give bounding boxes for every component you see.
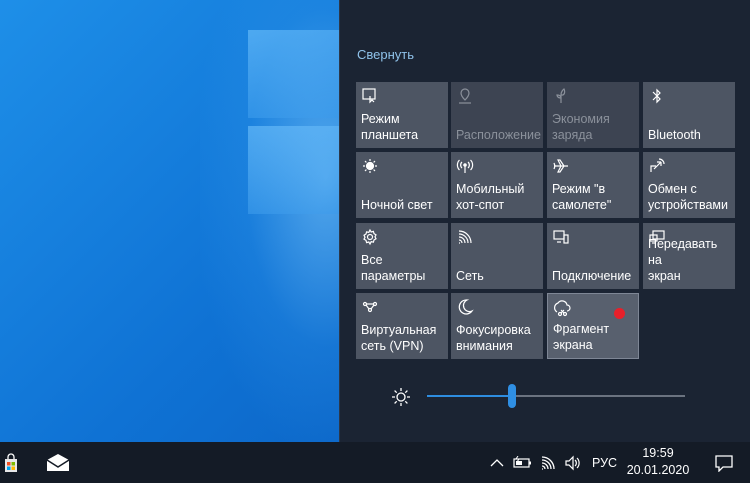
- taskbar-clock[interactable]: 19:59 20.01.2020: [624, 445, 692, 479]
- mail-app-button[interactable]: [42, 442, 74, 483]
- tile-label: Подключение: [552, 269, 632, 283]
- tile-label: Сеть: [456, 269, 484, 283]
- hotspot-icon: [456, 157, 474, 175]
- tile-label: Режим планшета: [361, 112, 419, 142]
- wallpaper-logo-pane: [248, 30, 348, 118]
- brightness-slider[interactable]: [427, 384, 685, 408]
- network-icon: [456, 228, 474, 246]
- connect-icon: [552, 228, 570, 246]
- store-app-button[interactable]: [0, 442, 22, 483]
- tile-location[interactable]: Расположение: [451, 82, 543, 148]
- tile-project[interactable]: Передавать на экран: [643, 223, 735, 289]
- tile-connect[interactable]: Подключение: [547, 223, 639, 289]
- brightness-icon: [392, 388, 410, 406]
- tile-label: Виртуальная сеть (VPN): [361, 323, 437, 353]
- show-hidden-icons-button[interactable]: [488, 442, 506, 483]
- bluetooth-icon: [648, 87, 666, 105]
- input-language-indicator[interactable]: РУС: [592, 456, 617, 470]
- mail-icon: [46, 453, 70, 471]
- tile-night-light[interactable]: Ночной свет: [356, 152, 448, 218]
- action-center-panel: Свернуть Режим планшета Расположение Эко…: [339, 0, 750, 442]
- nearby-share-icon: [648, 157, 666, 175]
- moon-icon: [456, 298, 474, 316]
- tile-label: Режим "в самолете": [552, 182, 612, 212]
- tile-bluetooth[interactable]: Bluetooth: [643, 82, 735, 148]
- tile-label: Ночной свет: [361, 198, 433, 212]
- tile-network[interactable]: Сеть: [451, 223, 543, 289]
- tile-label: Фокусировка внимания: [456, 323, 531, 353]
- snip-icon: [553, 299, 571, 317]
- tile-tablet-mode[interactable]: Режим планшета: [356, 82, 448, 148]
- brightness-slider-thumb[interactable]: [508, 384, 517, 408]
- gear-icon: [361, 228, 379, 246]
- tile-label: Экономия заряда: [552, 112, 610, 142]
- store-icon: [5, 452, 17, 472]
- recording-indicator-dot: [614, 308, 625, 319]
- battery-icon: [513, 455, 531, 468]
- tile-label: Расположение: [456, 128, 541, 142]
- airplane-icon: [552, 157, 570, 175]
- clock-time: 19:59: [642, 446, 674, 460]
- wallpaper-logo-pane: [248, 126, 348, 214]
- taskbar: РУС 19:59 20.01.2020: [0, 442, 750, 483]
- notification-icon: [714, 454, 733, 472]
- network-tray-button[interactable]: [539, 442, 559, 483]
- tablet-mode-icon: [361, 87, 379, 105]
- tile-label: Передавать на экран: [648, 237, 718, 283]
- tile-vpn[interactable]: Виртуальная сеть (VPN): [356, 293, 448, 359]
- tile-all-settings[interactable]: Все параметры: [356, 223, 448, 289]
- tile-battery-saver[interactable]: Экономия заряда: [547, 82, 639, 148]
- battery-saver-icon: [552, 87, 570, 105]
- tile-focus-assist[interactable]: Фокусировка внимания: [451, 293, 543, 359]
- tile-label: Обмен с устройствами: [648, 182, 728, 212]
- vpn-icon: [361, 298, 379, 316]
- tile-label: Фрагмент экрана: [553, 322, 610, 352]
- night-light-icon: [361, 157, 379, 175]
- tile-label: Bluetooth: [648, 128, 701, 142]
- battery-tray-button[interactable]: [512, 442, 534, 483]
- chevron-up-icon: [490, 458, 504, 466]
- tile-mobile-hotspot[interactable]: Мобильный хот-спот: [451, 152, 543, 218]
- collapse-link[interactable]: Свернуть: [357, 47, 414, 62]
- action-center-button[interactable]: [697, 442, 750, 483]
- tile-airplane-mode[interactable]: Режим "в самолете": [547, 152, 639, 218]
- tile-nearby-sharing[interactable]: Обмен с устройствами: [643, 152, 735, 218]
- clock-date: 20.01.2020: [626, 463, 690, 477]
- tile-label: Мобильный хот-спот: [456, 182, 525, 212]
- wifi-icon: [541, 455, 555, 470]
- volume-tray-button[interactable]: [563, 442, 583, 483]
- speaker-icon: [565, 455, 580, 470]
- brightness-slider-fill: [427, 395, 513, 397]
- tile-screen-snip[interactable]: Фрагмент экрана: [547, 293, 639, 359]
- location-icon: [456, 87, 474, 105]
- tile-label: Все параметры: [361, 253, 426, 283]
